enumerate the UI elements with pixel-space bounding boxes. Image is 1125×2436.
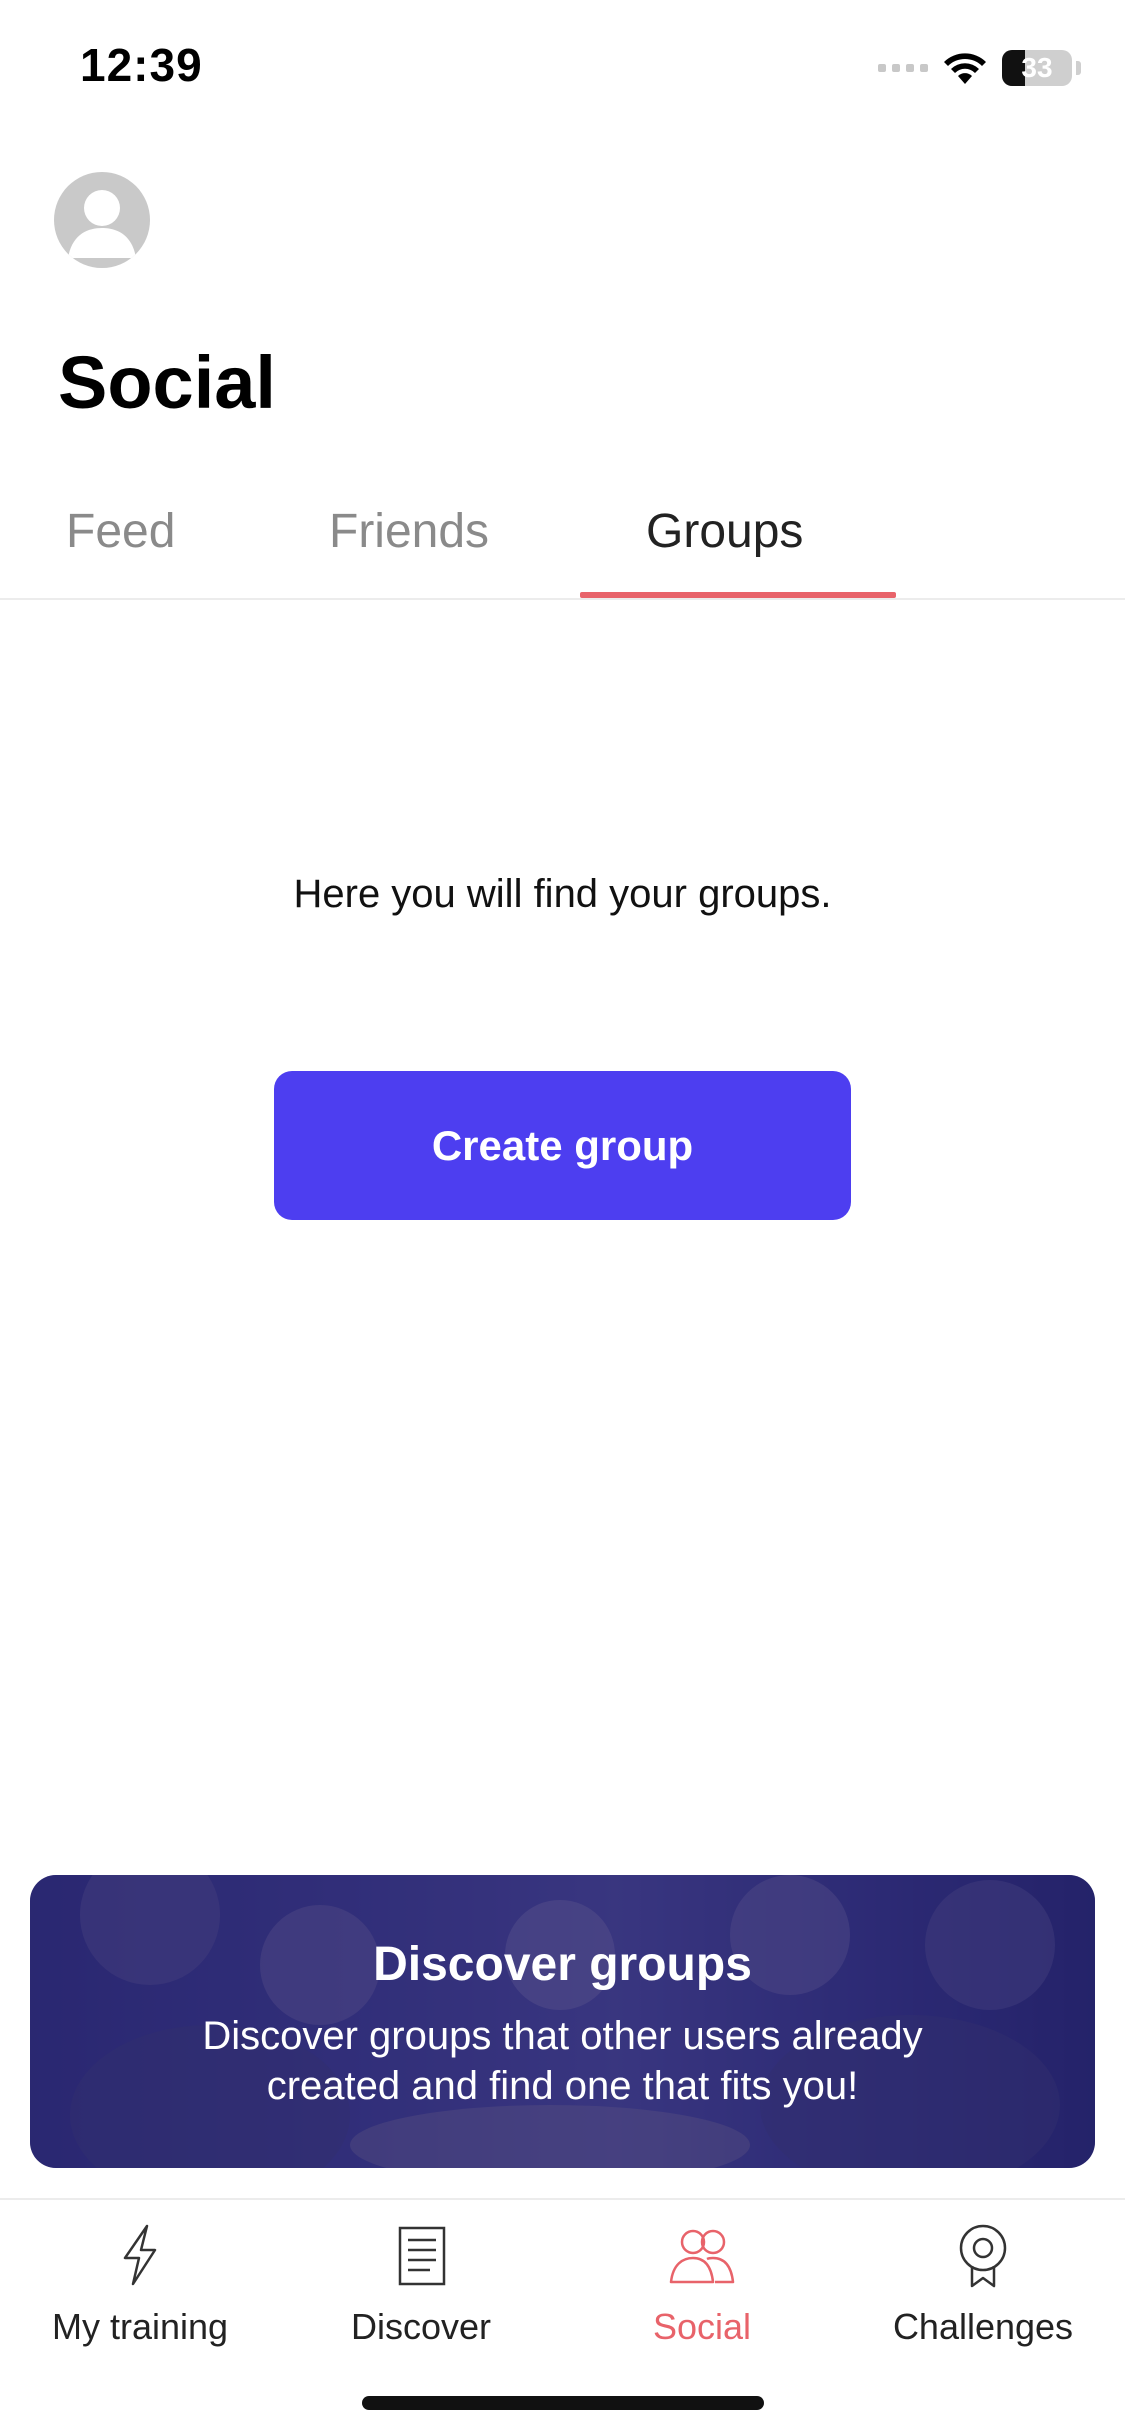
status-time: 12:39 <box>80 39 203 91</box>
cellular-signal-icon <box>878 64 928 72</box>
status-icons: 33 <box>878 46 1081 90</box>
award-icon <box>959 2224 1007 2288</box>
discover-groups-banner[interactable]: Discover groups Discover groups that oth… <box>30 1875 1095 2168</box>
tab-feed[interactable]: Feed <box>66 504 175 559</box>
people-icon <box>669 2229 735 2284</box>
avatar[interactable] <box>54 172 150 268</box>
status-bar: 12:39 33 <box>0 0 1125 140</box>
nav-item-social[interactable]: Social <box>562 2220 842 2348</box>
bolt-icon <box>123 2224 157 2286</box>
tab-friends[interactable]: Friends <box>329 504 489 559</box>
nav-label: My training <box>51 2306 229 2347</box>
nav-label: Discover <box>350 2306 492 2347</box>
active-tab-indicator <box>580 592 896 598</box>
page-title: Social <box>58 341 276 424</box>
create-group-button[interactable]: Create group <box>274 1071 851 1220</box>
nav-label: Challenges <box>892 2306 1074 2347</box>
banner-description: Discover groups that other users already… <box>202 2014 923 2108</box>
document-icon <box>398 2226 446 2286</box>
nav-item-challenges[interactable]: Challenges <box>843 2220 1123 2348</box>
home-indicator <box>362 2396 764 2410</box>
wifi-icon <box>944 53 986 84</box>
empty-state-message: Here you will find your groups. <box>293 872 832 916</box>
tab-groups[interactable]: Groups <box>646 504 803 559</box>
tab-bar: Feed Friends Groups <box>0 480 1125 600</box>
nav-item-my-training[interactable]: My training <box>0 2220 280 2348</box>
nav-item-discover[interactable]: Discover <box>281 2220 561 2348</box>
user-placeholder-icon <box>68 190 136 258</box>
banner-title: Discover groups <box>373 1938 752 1991</box>
battery-icon: 33 <box>1002 50 1072 86</box>
battery-level: 33 <box>1021 52 1053 83</box>
nav-label: Social <box>652 2306 752 2347</box>
